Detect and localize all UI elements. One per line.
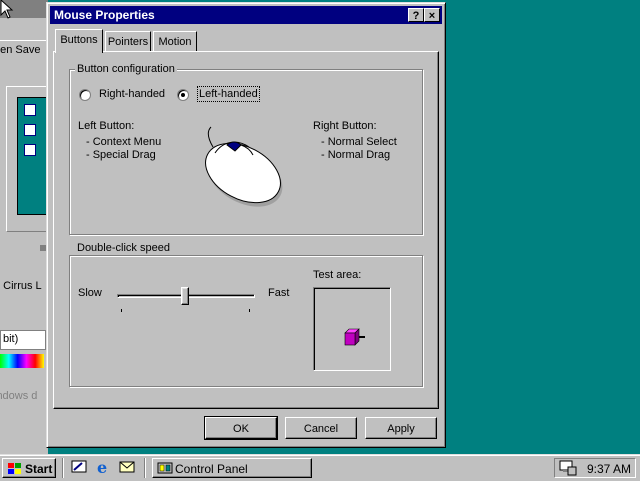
taskbar-item-control-panel[interactable]: Control Panel: [152, 458, 312, 478]
desktop-icon-network: [24, 124, 36, 136]
right-button-item-2: - Normal Drag: [321, 149, 391, 161]
internet-explorer-icon[interactable]: e: [94, 458, 112, 476]
right-button-item-1: - Normal Select: [321, 136, 397, 148]
cancel-button[interactable]: Cancel: [285, 417, 357, 439]
display-settings-icon[interactable]: [559, 460, 577, 476]
tab-motion-label: Motion: [158, 36, 192, 48]
ok-button[interactable]: OK: [204, 416, 278, 440]
help-icon: ?: [412, 10, 420, 22]
dialog-title: Mouse Properties: [54, 8, 155, 22]
slow-label: Slow: [78, 287, 102, 299]
left-button-item-2: - Special Drag: [86, 149, 156, 161]
radio-right-handed[interactable]: [79, 89, 91, 101]
slider-thumb[interactable]: [181, 287, 189, 305]
fast-label: Fast: [268, 287, 290, 299]
button-config-label: Button configuration: [75, 63, 177, 75]
test-area-label: Test area:: [313, 269, 362, 281]
svg-text:e: e: [97, 458, 107, 476]
double-click-label: Double-click speed: [75, 242, 172, 254]
cancel-label: Cancel: [303, 423, 339, 435]
mouse-properties-dialog: Mouse Properties ? × Buttons Pointers Mo…: [46, 2, 446, 448]
desktop-icon-my-computer: [24, 104, 36, 116]
taskbar-separator: [62, 458, 64, 478]
mouse-cursor-icon: [0, 0, 14, 19]
background-window: een Save n Cirrus L bit) indows d: [0, 0, 49, 456]
color-spectrum-bar: [0, 354, 44, 368]
outlook-express-icon[interactable]: [118, 458, 136, 476]
start-button[interactable]: Start: [2, 458, 56, 478]
control-panel-icon: [157, 462, 173, 474]
windows-description-text: indows d: [0, 390, 38, 402]
apply-label: Apply: [387, 423, 415, 435]
tab-buttons[interactable]: Buttons: [55, 29, 103, 53]
right-handed-label[interactable]: Right-handed: [99, 88, 165, 100]
background-tab-screen-saver[interactable]: een Save: [0, 40, 47, 61]
taskbar-item-label: Control Panel: [175, 462, 248, 476]
system-tray: 9:37 AM: [554, 458, 636, 478]
tab-pointers[interactable]: Pointers: [105, 31, 151, 51]
start-label: Start: [25, 462, 53, 476]
clock[interactable]: 9:37 AM: [587, 462, 631, 476]
desktop-icon-recycle-bin: [24, 144, 36, 156]
mouse-illustration-icon: [205, 126, 283, 207]
help-button[interactable]: ?: [408, 8, 424, 22]
right-button-title: Right Button:: [313, 120, 377, 132]
display-preview-screen: [17, 97, 49, 215]
jack-in-the-box-icon[interactable]: [343, 327, 367, 347]
apply-button[interactable]: Apply: [365, 417, 437, 439]
display-preview-monitor: [6, 86, 49, 232]
background-tab-label: een Save: [0, 44, 41, 56]
adapter-label: n Cirrus L: [0, 280, 42, 292]
tab-buttons-label: Buttons: [60, 34, 98, 46]
slider-tick-max: [249, 309, 250, 312]
left-button-title: Left Button:: [78, 120, 135, 132]
taskbar: Start e Control Panel 9:37 AM: [0, 454, 640, 481]
tab-motion[interactable]: Motion: [153, 31, 197, 51]
color-palette-select[interactable]: bit): [0, 330, 46, 350]
close-icon: ×: [428, 10, 436, 22]
radio-selected-dot: [181, 93, 185, 97]
slider-tick-min: [121, 309, 122, 312]
left-button-item-1: - Context Menu: [86, 136, 162, 148]
taskbar-separator: [144, 458, 146, 478]
ok-label: OK: [233, 423, 249, 435]
windows-logo-icon: [8, 463, 21, 474]
tab-pointers-label: Pointers: [107, 36, 149, 48]
dialog-titlebar[interactable]: Mouse Properties ? ×: [50, 6, 442, 24]
close-button[interactable]: ×: [424, 8, 440, 22]
radio-left-handed[interactable]: [177, 89, 189, 101]
desktop-quicklaunch-icon[interactable]: [70, 458, 88, 476]
left-handed-label[interactable]: Left-handed: [197, 86, 260, 102]
